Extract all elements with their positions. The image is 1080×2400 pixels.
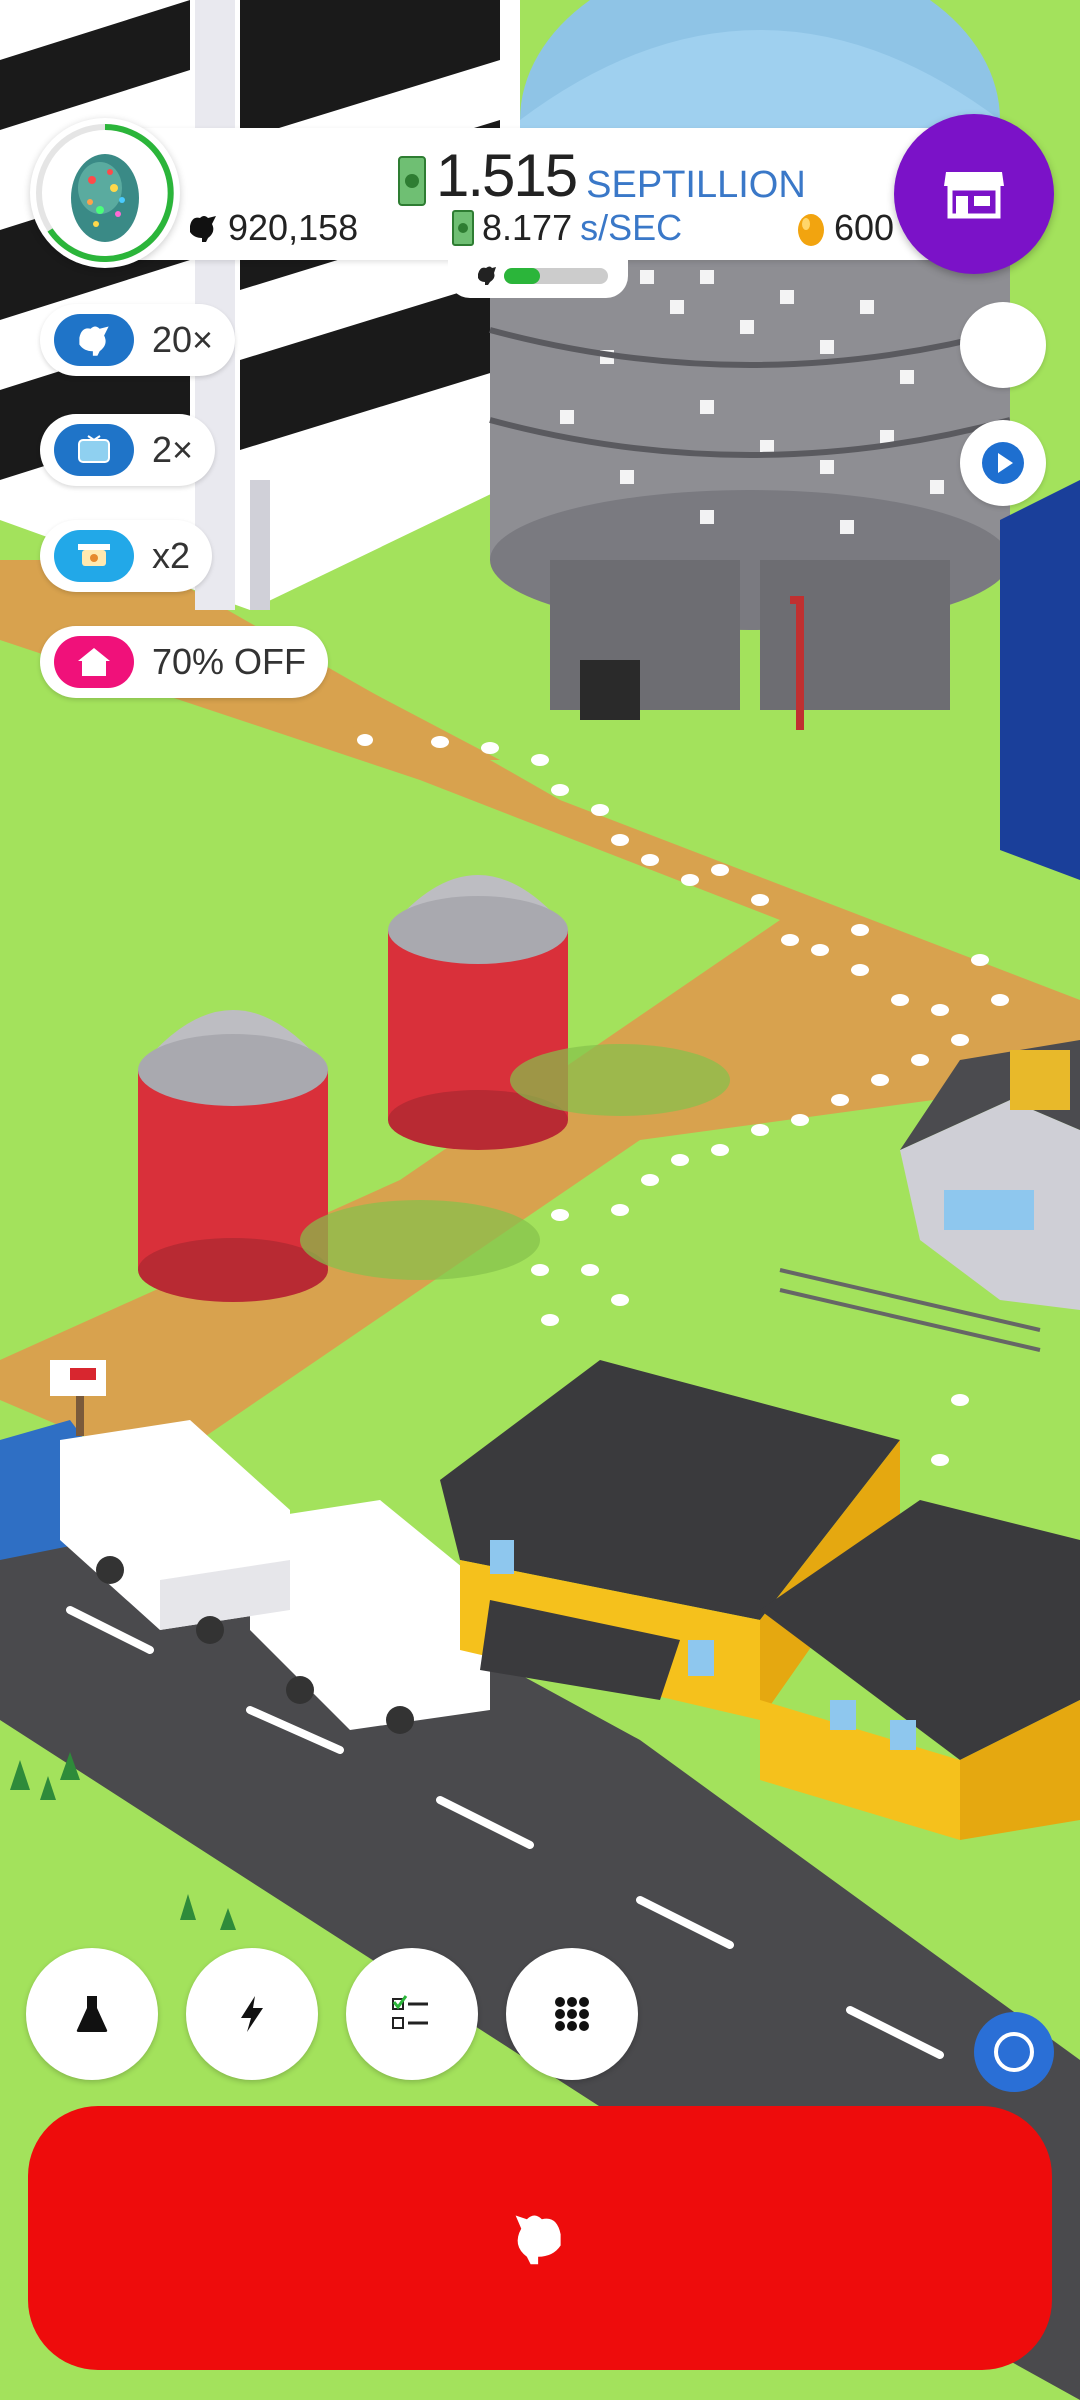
more-menu-button[interactable]: [506, 1948, 638, 2080]
boost-label: 70% OFF: [152, 641, 307, 682]
house-sale-icon: [54, 636, 134, 688]
missions-button[interactable]: [346, 1948, 478, 2080]
ring-icon: [994, 2032, 1034, 2072]
boost-pill-sale[interactable]: 70% OFF: [40, 626, 329, 698]
earning-rate: 8.177 s/SEC: [452, 207, 683, 248]
boost-pill-chicken[interactable]: 20×: [40, 304, 236, 376]
boost-label: 2×: [152, 429, 194, 470]
shop-button[interactable]: [894, 114, 1054, 274]
money-display: 1.515 SEPTILLION: [398, 140, 806, 206]
chicken-icon: [515, 2215, 561, 2265]
chicken-icon: [478, 266, 496, 285]
grain-silo-right: [388, 875, 568, 1150]
habitat-progress-fill: [504, 268, 541, 284]
checklist-icon: [392, 1995, 428, 2029]
chicken-count-value: 920,158: [228, 207, 359, 248]
money-unit: SEPTILLION: [586, 164, 806, 206]
flask-icon: [76, 1996, 108, 2032]
chicken-count: 920,158: [186, 207, 359, 248]
current-egg-button[interactable]: [30, 118, 180, 268]
golden-eggs[interactable]: 600: [796, 207, 895, 248]
habitat-progress: [448, 258, 628, 298]
hatch-chicken-button[interactable]: [28, 2106, 1052, 2370]
egg-silo: [489, 0, 1011, 730]
lightning-icon: [241, 1996, 263, 2032]
video-ad-button[interactable]: [960, 420, 1046, 506]
drone-boost-icon: [54, 530, 134, 582]
camera-toggle-button[interactable]: [974, 2012, 1054, 2092]
rate-value: 8.177: [482, 207, 573, 248]
cash-small-icon: [452, 210, 474, 246]
grain-silo-left: [138, 1010, 328, 1302]
play-icon: [982, 442, 1024, 484]
side-button[interactable]: [960, 302, 1046, 388]
tv-ad-boost-icon: [54, 424, 134, 476]
store-icon: [944, 172, 1004, 219]
money-value: 1.515: [436, 142, 578, 209]
habitat-progress-track: [504, 268, 608, 284]
egg-progress-ring: [36, 124, 174, 262]
cash-icon: [398, 156, 426, 206]
chicken-icon: [190, 216, 216, 242]
research-button[interactable]: [26, 1948, 158, 2080]
chicken-boost-icon: [54, 314, 134, 366]
golden-egg-icon: [798, 214, 824, 246]
boost-label: 20×: [152, 319, 214, 360]
boost-pill-drone[interactable]: x2: [40, 520, 213, 592]
blue-building: [1000, 480, 1080, 880]
boost-label: x2: [152, 535, 191, 576]
rate-unit: s/SEC: [580, 207, 683, 248]
universe-egg-icon: [71, 154, 139, 242]
boosts-button[interactable]: [186, 1948, 318, 2080]
grid-icon: [555, 1997, 589, 2031]
golden-eggs-value: 600: [834, 207, 895, 248]
boost-pill-tv[interactable]: 2×: [40, 414, 216, 486]
